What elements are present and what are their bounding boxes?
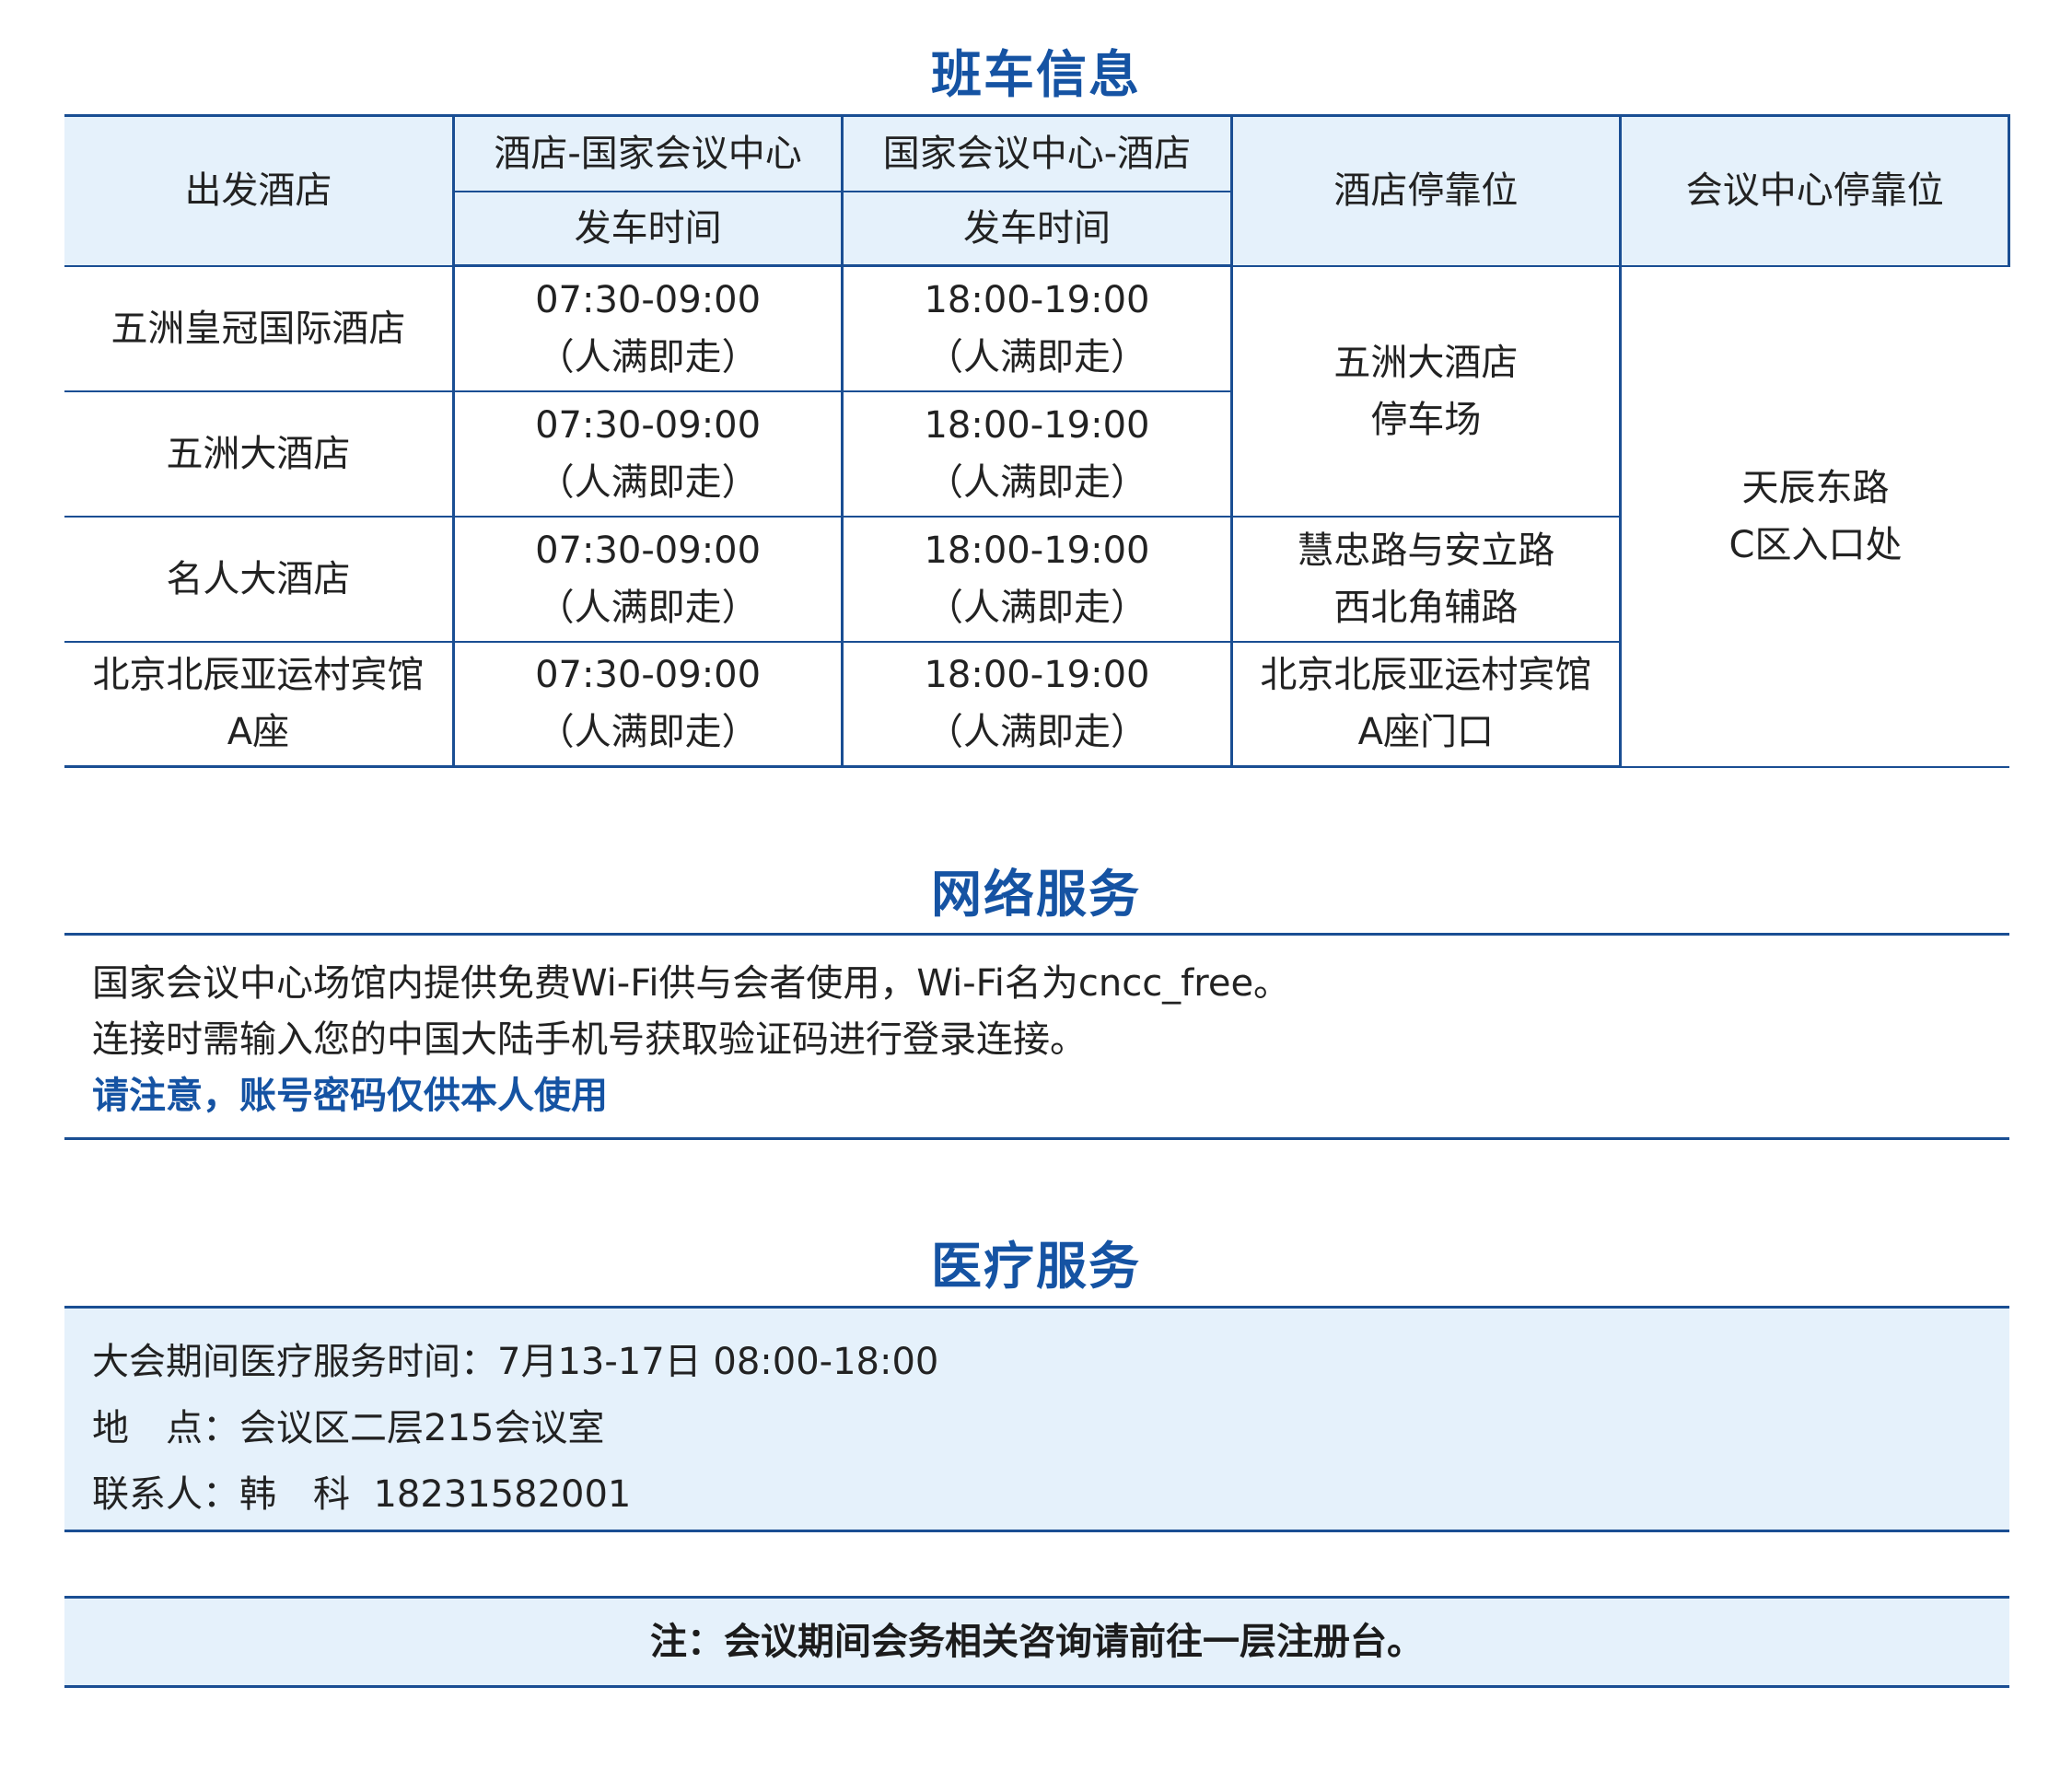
back-note: （人满即走） xyxy=(925,586,1147,629)
hotel-name-cell: 五洲大酒店 xyxy=(64,390,455,518)
center-stop-line: 天辰东路 xyxy=(1741,466,1890,509)
hotel-stop-line: 北京北辰亚运村宾馆 xyxy=(1260,654,1592,697)
out-time-cell: 07:30-09:00 （人满即走） xyxy=(451,515,844,643)
out-note: （人满即走） xyxy=(537,586,759,629)
center-stop-line: C区入口处 xyxy=(1729,523,1903,566)
hotel-stop-line: 五洲大酒店 xyxy=(1333,341,1519,384)
network-title: 网络服务 xyxy=(930,865,1141,924)
medical-time-row: 大会期间医疗服务时间：7月13-17日 08:00-18:00 xyxy=(92,1329,2009,1395)
medical-title: 医疗服务 xyxy=(930,1237,1141,1296)
hotel-name-cell: 五洲皇冠国际酒店 xyxy=(64,264,455,392)
hotel-name-cell: 名人大酒店 xyxy=(64,515,455,643)
hotel-stop-cell: 慧忠路与安立路 西北角辅路 xyxy=(1229,515,1621,643)
back-time: 18:00-19:00 xyxy=(924,403,1150,447)
header-to-hotel: 国家会议中心-酒店 xyxy=(841,114,1233,192)
medical-contact-name: 韩 科 xyxy=(239,1473,350,1516)
hotel-name-cell: 北京北辰亚运村宾馆 A座 xyxy=(64,640,455,768)
center-stop-cell: 天辰东路 C区入口处 xyxy=(1619,264,2009,768)
back-time-cell: 18:00-19:00 （人满即走） xyxy=(841,640,1233,768)
out-time-cell: 07:30-09:00 （人满即走） xyxy=(451,390,844,518)
out-note: （人满即走） xyxy=(537,460,759,504)
medical-time-label: 大会期间医疗服务时间： xyxy=(92,1341,497,1383)
out-time-cell: 07:30-09:00 （人满即走） xyxy=(451,640,844,768)
out-time: 07:30-09:00 xyxy=(535,278,762,321)
back-note: （人满即走） xyxy=(925,460,1147,504)
out-time-cell: 07:30-09:00 （人满即走） xyxy=(451,264,844,392)
back-time: 18:00-19:00 xyxy=(924,654,1150,697)
hotel-stop-line: 慧忠路与安立路 xyxy=(1297,529,1555,572)
hotel-stop-cell: 五洲大酒店 停车场 xyxy=(1229,264,1623,518)
hotel-name: 五洲大酒店 xyxy=(166,432,351,475)
back-time: 18:00-19:00 xyxy=(924,278,1150,321)
back-time: 18:00-19:00 xyxy=(924,529,1150,572)
medical-place-row: 地 点：会议区二层215会议室 xyxy=(92,1395,2009,1461)
out-note: （人满即走） xyxy=(537,711,759,754)
shuttle-title: 班车信息 xyxy=(930,45,1141,104)
footer-note: 注：会议期间会务相关咨询请前往一层注册台。 xyxy=(650,1621,1424,1663)
hotel-stop-line: 西北角辅路 xyxy=(1333,586,1519,629)
hotel-stop-cell: 北京北辰亚运村宾馆 A座门口 xyxy=(1229,640,1621,768)
medical-place-value: 会议区二层215会议室 xyxy=(239,1407,605,1449)
network-info-box: 国家会议中心场馆内提供免费Wi-Fi供与会者使用，Wi-Fi名为cncc_fre… xyxy=(64,933,2009,1140)
back-time-cell: 18:00-19:00 （人满即走） xyxy=(841,515,1233,643)
medical-time-value: 7月13-17日 08:00-18:00 xyxy=(497,1341,939,1383)
network-line-1: 国家会议中心场馆内提供免费Wi-Fi供与会者使用，Wi-Fi名为cncc_fre… xyxy=(92,962,1291,1005)
header-center-stop: 会议中心停靠位 xyxy=(1619,114,2011,267)
hotel-name: 五洲皇冠国际酒店 xyxy=(111,307,406,350)
shuttle-table: 出发酒店 酒店-国家会议中心 国家会议中心-酒店 酒店停靠位 会议中心停靠位 发… xyxy=(64,114,2011,768)
header-depart-time-back: 发车时间 xyxy=(841,190,1232,267)
medical-contact-phone: 18231582001 xyxy=(373,1473,632,1516)
back-note: （人满即走） xyxy=(925,335,1147,378)
back-time-cell: 18:00-19:00 （人满即走） xyxy=(841,390,1232,518)
back-note: （人满即走） xyxy=(925,711,1147,754)
network-line-2: 连接时需输入您的中国大陆手机号获取验证码进行登录连接。 xyxy=(92,1018,1087,1061)
hotel-name: A座 xyxy=(227,711,290,754)
table-header-row: 出发酒店 酒店-国家会议中心 国家会议中心-酒店 酒店停靠位 会议中心停靠位 xyxy=(64,114,2011,267)
out-time: 07:30-09:00 xyxy=(535,403,762,447)
out-time: 07:30-09:00 xyxy=(535,654,762,697)
medical-place-label: 地 点： xyxy=(92,1407,239,1449)
medical-contact-row: 联系人：韩 科 18231582001 xyxy=(92,1461,2009,1528)
header-depart-time-out: 发车时间 xyxy=(453,190,844,267)
medical-contact-label: 联系人： xyxy=(92,1473,239,1516)
back-time-cell: 18:00-19:00 （人满即走） xyxy=(841,264,1233,392)
table-row: 五洲皇冠国际酒店 07:30-09:00 （人满即走） 18:00-19:00 … xyxy=(64,264,2009,768)
hotel-name: 北京北辰亚运村宾馆 xyxy=(92,654,425,697)
header-to-center: 酒店-国家会议中心 xyxy=(451,114,844,192)
network-notice: 请注意，账号密码仅供本人使用 xyxy=(92,1075,608,1117)
hotel-stop-line: A座门口 xyxy=(1357,711,1495,754)
hotel-stop-line: 停车场 xyxy=(1370,398,1482,441)
hotel-name: 名人大酒店 xyxy=(166,557,351,600)
header-depart-hotel: 出发酒店 xyxy=(64,114,455,267)
footer-note-box: 注：会议期间会务相关咨询请前往一层注册台。 xyxy=(64,1596,2009,1688)
out-note: （人满即走） xyxy=(537,335,759,378)
header-hotel-stop: 酒店停靠位 xyxy=(1229,114,1623,267)
medical-info-box: 大会期间医疗服务时间：7月13-17日 08:00-18:00 地 点：会议区二… xyxy=(64,1306,2009,1532)
out-time: 07:30-09:00 xyxy=(535,529,762,572)
